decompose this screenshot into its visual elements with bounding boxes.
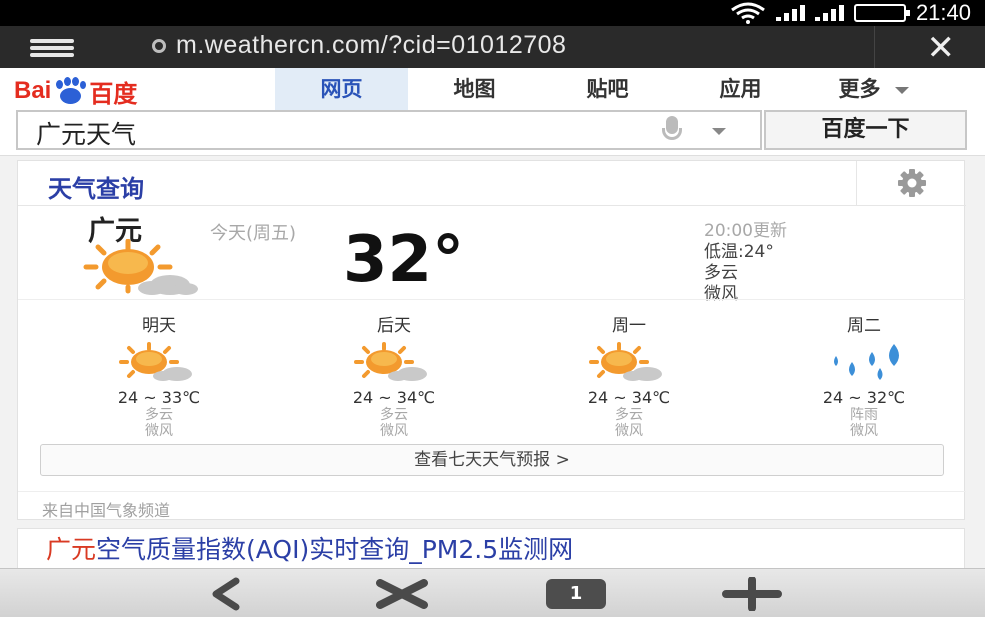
browser-url-bar: m.weathercn.com/?cid=01012708 ✕ (0, 26, 985, 94)
result-title[interactable]: 广元空气质量指数(AQI)实时查询_PM2.5监测网 (46, 535, 936, 565)
battery-icon (853, 4, 910, 22)
weather-card: 天气查询 广元 今天(周五) 32° 20:00更新 低温:24° 多云 微风 … (17, 160, 966, 521)
weather-details: 20:00更新 低温:24° 多云 微风 (704, 221, 787, 305)
new-tab-button[interactable] (722, 575, 782, 613)
back-button[interactable] (196, 575, 256, 613)
browser-toolbar: 1 (0, 568, 985, 617)
close-icon (376, 579, 428, 609)
card-title[interactable]: 天气查询 (48, 169, 144, 204)
tab-apps[interactable]: 应用 (674, 68, 807, 110)
tab-count-badge: 1 (546, 579, 606, 609)
plus-icon (722, 577, 782, 611)
tab-more[interactable]: 更多 (807, 68, 940, 110)
divider (18, 205, 966, 206)
current-temperature: 32° (343, 223, 465, 297)
seven-day-forecast-button[interactable]: 查看七天天气预报 > (40, 444, 944, 476)
chevron-down-icon[interactable] (712, 128, 726, 135)
tab-map[interactable]: 地图 (408, 68, 541, 110)
clock: 21:40 (915, 0, 971, 25)
baidu-logo[interactable]: Bai 百度 (14, 76, 137, 108)
baidu-header: Bai 百度 网页 地图 贴吧 应用 更多 广元天气 百度一下 (0, 68, 985, 156)
low-temperature: 低温:24° (704, 242, 774, 262)
settings-button[interactable] (856, 161, 966, 205)
status-bar: 21:40 (0, 0, 985, 26)
close-icon[interactable]: ✕ (927, 28, 956, 68)
partly-cloudy-icon (354, 342, 427, 381)
back-arrow-icon (212, 577, 240, 611)
signal-icon (814, 5, 844, 21)
chevron-down-icon (894, 86, 909, 94)
tabs-button[interactable]: 1 (546, 575, 606, 613)
rain-icon (834, 344, 899, 380)
signal-icon (775, 5, 805, 21)
wifi-icon (731, 2, 765, 24)
update-time: 20:00更新 (704, 221, 787, 241)
forecast-day: 周二 24 ~ 32℃ 阵雨 微风 (764, 311, 964, 439)
divider (874, 26, 875, 68)
microphone-icon[interactable] (662, 116, 682, 144)
search-input[interactable]: 广元天气 (16, 110, 762, 150)
search-category-tabs: 网页 地图 贴吧 应用 更多 (275, 68, 940, 110)
tab-web[interactable]: 网页 (275, 68, 408, 110)
page-info-icon (152, 38, 166, 53)
forecast-day: 明天 24 ~ 33℃ 多云 微风 (59, 311, 259, 439)
search-button[interactable]: 百度一下 (764, 110, 967, 150)
partly-cloudy-icon (589, 342, 662, 381)
source-attribution[interactable]: 来自中国气象频道 (42, 497, 170, 521)
tab-tieba[interactable]: 贴吧 (541, 68, 674, 110)
divider (18, 299, 966, 300)
forecast-day: 后天 24 ~ 34℃ 多云 微风 (294, 311, 494, 439)
current-condition: 多云 (704, 263, 738, 283)
stop-button[interactable] (372, 575, 432, 613)
partly-cloudy-icon (119, 342, 192, 381)
forecast-day: 周一 24 ~ 34℃ 多云 微风 (529, 311, 729, 439)
partly-cloudy-icon (83, 239, 198, 295)
search-query: 广元天气 (36, 120, 137, 149)
today-label: 今天(周五) (210, 223, 297, 244)
forecast-list: 明天 24 ~ 33℃ 多云 微风 后天 24 ~ 34℃ 多云 微风 周一 2… (18, 311, 966, 439)
gear-icon (897, 169, 926, 197)
address-bar[interactable]: m.weathercn.com/?cid=01012708 (152, 31, 566, 60)
url-text: m.weathercn.com/?cid=01012708 (176, 31, 567, 59)
paw-icon (53, 77, 87, 105)
menu-icon[interactable] (30, 39, 74, 57)
current-wind: 微风 (704, 284, 738, 304)
divider (18, 491, 966, 492)
